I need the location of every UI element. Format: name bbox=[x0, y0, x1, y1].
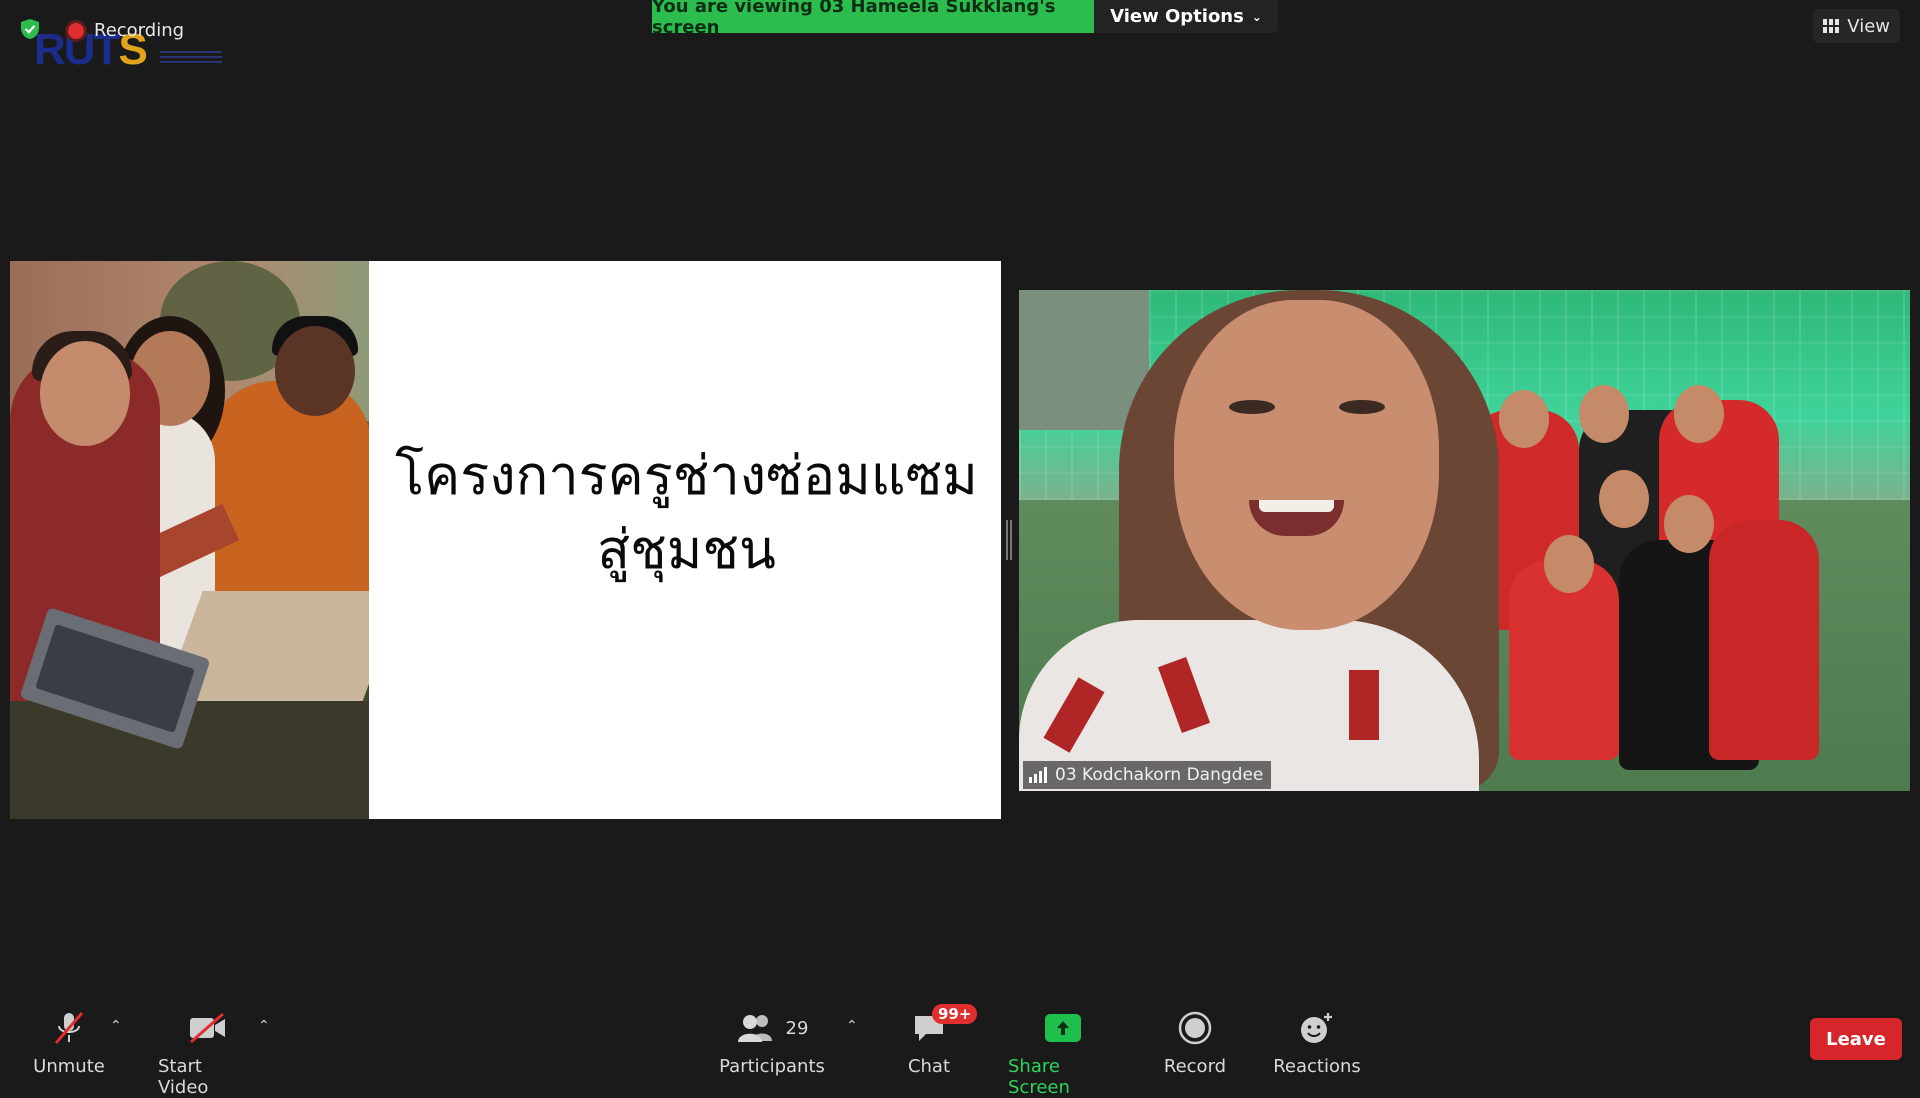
audio-options-caret-icon[interactable]: ⌃ bbox=[110, 1018, 122, 1034]
split-view-divider-handle[interactable] bbox=[1006, 520, 1012, 560]
share-screen-icon bbox=[1045, 1008, 1081, 1048]
chat-bubble-icon: 99+ bbox=[912, 1004, 978, 1048]
chevron-down-icon: ⌄ bbox=[1251, 9, 1262, 24]
shared-screen-slide: โครงการครูช่างซ่อมแซม สู่ชุมชน bbox=[10, 261, 1001, 819]
recording-label: Recording bbox=[94, 20, 185, 41]
start-video-button[interactable]: Start Video bbox=[158, 1008, 258, 1098]
chat-button[interactable]: 99+ Chat bbox=[904, 1004, 978, 1077]
participants-options-caret-icon[interactable]: ⌃ bbox=[846, 1018, 858, 1034]
reactions-label: Reactions bbox=[1273, 1056, 1361, 1077]
recording-dot-icon bbox=[68, 22, 84, 39]
record-button[interactable]: Record bbox=[1160, 1008, 1230, 1077]
chat-label: Chat bbox=[907, 1056, 951, 1077]
participant-name-tag: 03 Kodchakorn Dangdee bbox=[1023, 761, 1272, 789]
slide-title: โครงการครูช่างซ่อมแซม สู่ชุมชน bbox=[395, 444, 978, 581]
share-screen-button[interactable]: Share Screen bbox=[1008, 1008, 1118, 1098]
unmute-button[interactable]: Unmute bbox=[33, 1008, 105, 1077]
viewing-screen-banner: You are viewing 03 Hameela Sukklang's sc… bbox=[652, 0, 1094, 38]
slide-photo-students bbox=[10, 261, 369, 819]
participant-video-tile[interactable] bbox=[1019, 290, 1910, 791]
view-label: View bbox=[1847, 15, 1890, 37]
record-icon bbox=[1178, 1008, 1212, 1048]
gallery-grid-icon bbox=[1823, 19, 1840, 33]
participants-button[interactable]: 29 Participants bbox=[719, 1008, 825, 1077]
video-options-caret-icon[interactable]: ⌃ bbox=[258, 1018, 270, 1034]
reactions-emoji-icon bbox=[1299, 1008, 1335, 1048]
unmute-label: Unmute bbox=[33, 1056, 105, 1077]
participants-count: 29 bbox=[785, 1017, 809, 1039]
video-camera-off-icon bbox=[188, 1008, 228, 1048]
viewing-banner-text: You are viewing 03 Hameela Sukklang's sc… bbox=[652, 0, 1056, 38]
view-button[interactable]: View bbox=[1813, 9, 1900, 43]
record-label: Record bbox=[1163, 1056, 1227, 1077]
view-options-label: View Options bbox=[1110, 6, 1244, 27]
recording-indicator[interactable]: Recording bbox=[68, 20, 184, 41]
logo-subtext-graphic bbox=[160, 48, 222, 68]
leave-label: Leave bbox=[1826, 1028, 1886, 1050]
reactions-button[interactable]: Reactions bbox=[1272, 1008, 1362, 1077]
start-video-label: Start Video bbox=[158, 1056, 209, 1098]
leave-button[interactable]: Leave bbox=[1810, 1018, 1902, 1060]
chat-unread-badge: 99+ bbox=[932, 1004, 978, 1024]
share-screen-label: Share Screen bbox=[1008, 1056, 1070, 1098]
view-options-button[interactable]: View Options ⌄ bbox=[1094, 0, 1278, 33]
participants-label: Participants bbox=[719, 1056, 825, 1077]
participant-name: 03 Kodchakorn Dangdee bbox=[1055, 765, 1264, 785]
signal-strength-icon bbox=[1029, 767, 1047, 783]
microphone-muted-icon bbox=[52, 1008, 86, 1048]
participants-icon: 29 bbox=[736, 1008, 809, 1048]
